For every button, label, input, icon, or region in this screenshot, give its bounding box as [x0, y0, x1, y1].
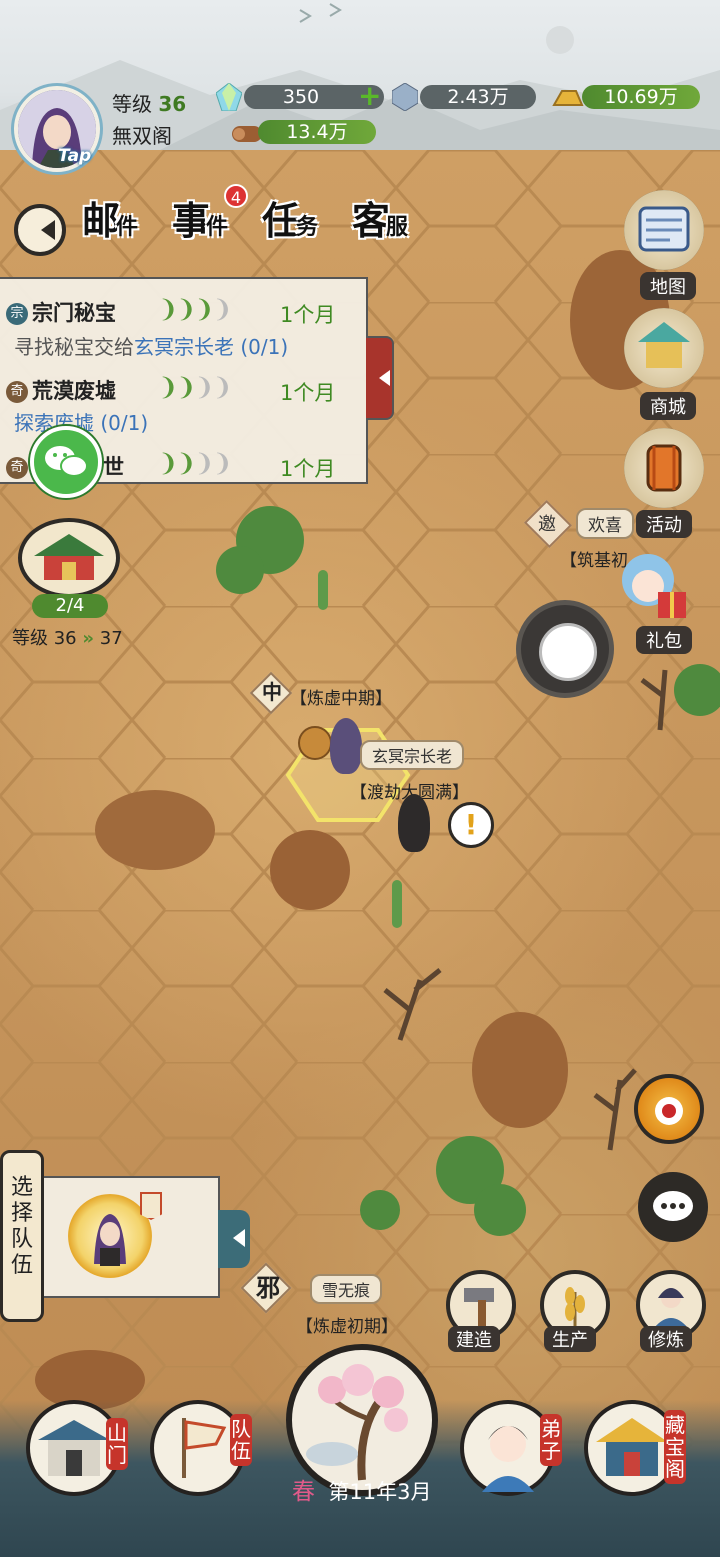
- quest-title: 宗门秘宝: [32, 301, 116, 325]
- evil-tag: 邪: [256, 1274, 280, 1302]
- building-upgrade-info: 等级 36 » 37: [12, 628, 123, 649]
- quest-mark-icon[interactable]: !: [448, 802, 494, 848]
- wechat-share-button[interactable]: [30, 426, 102, 498]
- team-panel-toggle[interactable]: [218, 1210, 250, 1268]
- shop-icon: [638, 322, 690, 368]
- gate-icon: [38, 1420, 110, 1476]
- elder-name: 玄冥宗长老: [360, 740, 465, 770]
- team-flag-banner-icon: [182, 1418, 227, 1478]
- shop-button[interactable]: [624, 308, 704, 388]
- game-date: 春 第11年3月: [292, 1472, 431, 1506]
- treasure-icon[interactable]: [298, 726, 332, 760]
- neutral-tag: 中: [262, 680, 282, 704]
- odd-quest-icon: 奇: [6, 381, 28, 403]
- disciple-label: 弟子: [540, 1414, 562, 1466]
- gift-pack-button[interactable]: [612, 544, 692, 630]
- activity-button[interactable]: [624, 428, 704, 508]
- treasury-label: 藏宝阁: [664, 1410, 686, 1484]
- treasure-hunt-button[interactable]: [634, 1074, 704, 1144]
- hero-avatar-icon: [94, 1214, 126, 1266]
- event-badge: 4: [224, 184, 248, 208]
- cherry-blossom-icon: [306, 1364, 408, 1481]
- add-spirit-stone-button[interactable]: +: [358, 82, 381, 110]
- avatar-tap-tag: Tap: [58, 146, 92, 166]
- quest-item[interactable]: 奇荒漠废墟: [6, 375, 116, 405]
- team-label: 队伍: [230, 1414, 252, 1466]
- quest-desc: 寻找秘宝交给玄冥宗长老 (0/1): [14, 335, 289, 359]
- crystal-icon: [392, 83, 418, 111]
- gift-girl-icon: [622, 554, 686, 618]
- quest-time: 1个月: [280, 381, 336, 405]
- quest-difficulty: ❩❩❩❩: [158, 373, 232, 401]
- npc-realm-label: 【炼虚中期】: [290, 689, 392, 709]
- chat-button[interactable]: [638, 1172, 708, 1242]
- disciple-icon: [482, 1426, 534, 1492]
- welcome-npc-name: 欢喜: [576, 508, 634, 539]
- season-label: 春: [292, 1479, 315, 1505]
- building-progress: 2/4: [32, 594, 108, 618]
- treasure-pavilion-icon: [596, 1418, 668, 1476]
- mail-button[interactable]: 邮件: [82, 190, 160, 254]
- quest-panel-toggle[interactable]: [366, 336, 394, 420]
- select-team-label: 选择队伍: [10, 1175, 33, 1278]
- build-label: 建造: [448, 1326, 500, 1352]
- invite-tag: 邀: [538, 514, 556, 535]
- spirit-stone-icon: [216, 83, 242, 111]
- select-team-button[interactable]: 选择队伍: [0, 1150, 44, 1322]
- lantern-icon: [646, 444, 682, 492]
- quest-difficulty: ❩❩❩❩: [158, 449, 232, 477]
- bowl-icon: [655, 1097, 683, 1125]
- collapse-menu-button[interactable]: [14, 204, 66, 256]
- customer-service-button[interactable]: 客服: [352, 190, 430, 254]
- chat-bubble-icon: [653, 1191, 693, 1221]
- quest-item[interactable]: 宗宗门秘宝: [6, 297, 116, 327]
- quest-title: 荒漠废墟: [32, 379, 116, 403]
- wechat-icon: [45, 446, 88, 477]
- enemy-name: 雪无痕: [310, 1274, 383, 1304]
- task-button[interactable]: 任务: [262, 190, 340, 254]
- gold-icon: [552, 90, 584, 106]
- map-button[interactable]: [624, 190, 704, 270]
- cultivate-label: 修炼: [640, 1326, 692, 1352]
- quest-difficulty: ❩❩❩❩: [158, 295, 232, 323]
- crystal-amount: 2.43万: [420, 85, 536, 109]
- sect-name: 無双阁: [112, 124, 172, 148]
- player-level: 等级 36: [112, 92, 187, 116]
- produce-label: 生产: [544, 1326, 596, 1352]
- sect-gate-label: 山门: [106, 1418, 128, 1470]
- gift-label: 礼包: [636, 626, 692, 654]
- date-label: 第11年3月: [328, 1480, 432, 1504]
- quest-time: 1个月: [280, 303, 336, 327]
- team-hero-portrait[interactable]: [68, 1194, 152, 1278]
- shop-label: 商城: [640, 392, 696, 420]
- sect-quest-icon: 宗: [6, 303, 28, 325]
- sect-building-button[interactable]: [18, 518, 120, 598]
- activity-label: 活动: [636, 510, 692, 538]
- pavilion-icon: [34, 534, 104, 580]
- scroll-map-icon: [638, 206, 690, 252]
- quest-time: 1个月: [280, 457, 336, 481]
- team-flag-icon: [140, 1192, 162, 1220]
- player-character[interactable]: [398, 794, 430, 852]
- virtual-joystick[interactable]: [516, 600, 614, 698]
- elder-character[interactable]: [330, 718, 362, 774]
- enemy-realm: 【炼虚初期】: [296, 1317, 398, 1337]
- odd-quest-icon: 奇: [6, 457, 28, 479]
- wood-amount: 13.4万: [258, 120, 376, 144]
- gold-amount: 10.69万: [582, 85, 700, 109]
- map-label: 地图: [640, 272, 696, 300]
